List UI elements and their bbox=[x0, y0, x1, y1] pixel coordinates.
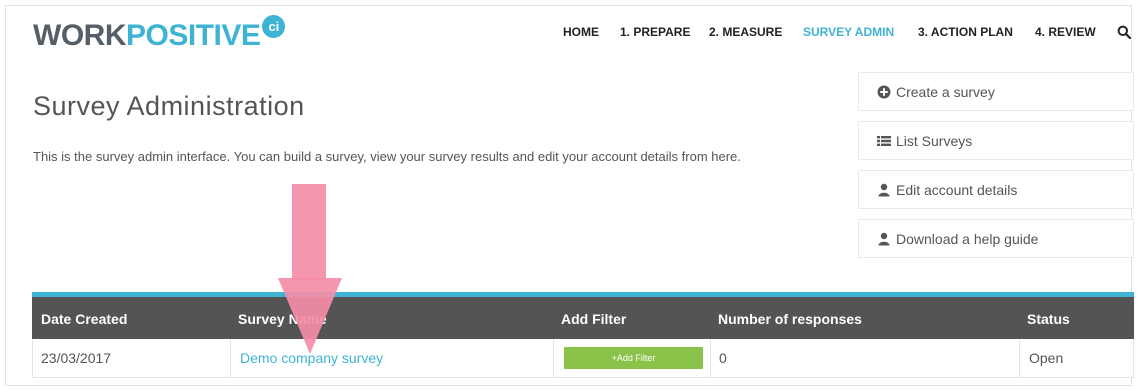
nav-action-plan[interactable]: 3. ACTION PLAN bbox=[918, 25, 1013, 39]
column-divider bbox=[1019, 339, 1020, 377]
nav-survey-admin[interactable]: SURVEY ADMIN bbox=[803, 25, 894, 39]
nav-review[interactable]: 4. REVIEW bbox=[1035, 25, 1096, 39]
logo-word-work: WORK bbox=[33, 19, 126, 52]
logo-ci-badge: ci bbox=[262, 15, 286, 38]
header-status[interactable]: Status bbox=[1027, 311, 1070, 327]
edit-account-button[interactable]: Edit account details bbox=[858, 170, 1134, 209]
pointer-arrow-annotation bbox=[278, 184, 342, 354]
list-icon bbox=[877, 136, 891, 146]
table-row: 23/03/2017 Demo company survey +Add Filt… bbox=[32, 339, 1134, 378]
user-icon bbox=[878, 232, 890, 246]
column-divider bbox=[553, 339, 554, 377]
header-number-of-responses[interactable]: Number of responses bbox=[718, 311, 862, 327]
header-date-created[interactable]: Date Created bbox=[41, 311, 127, 327]
table-header-row: Date Created Survey Name Add Filter Numb… bbox=[32, 297, 1134, 339]
list-surveys-label: List Surveys bbox=[896, 133, 973, 149]
column-divider bbox=[710, 339, 711, 377]
column-divider bbox=[230, 339, 231, 377]
nav-home[interactable]: HOME bbox=[563, 25, 599, 39]
logo-word-positive: POSITIVE bbox=[125, 19, 261, 52]
search-icon[interactable] bbox=[1117, 25, 1131, 39]
create-survey-label: Create a survey bbox=[896, 84, 995, 100]
intro-text: This is the survey admin interface. You … bbox=[33, 149, 741, 164]
surveys-table: Date Created Survey Name Add Filter Numb… bbox=[32, 292, 1134, 378]
nav-measure[interactable]: 2. MEASURE bbox=[709, 25, 782, 39]
download-help-guide-button[interactable]: Download a help guide bbox=[858, 219, 1134, 258]
add-filter-button[interactable]: +Add Filter bbox=[564, 347, 703, 369]
workpositive-logo[interactable]: WORKPOSITIVE ci bbox=[33, 15, 286, 53]
cell-date-created: 23/03/2017 bbox=[41, 350, 112, 366]
page-title: Survey Administration bbox=[33, 91, 305, 121]
cell-status: Open bbox=[1029, 350, 1064, 366]
header-add-filter[interactable]: Add Filter bbox=[561, 311, 626, 327]
cell-number-of-responses: 0 bbox=[719, 350, 727, 366]
nav-prepare[interactable]: 1. PREPARE bbox=[620, 25, 690, 39]
list-surveys-button[interactable]: List Surveys bbox=[858, 121, 1134, 160]
create-survey-button[interactable]: Create a survey bbox=[858, 72, 1134, 111]
edit-account-label: Edit account details bbox=[896, 182, 1018, 198]
user-icon bbox=[878, 183, 890, 197]
plus-circle-icon bbox=[877, 85, 891, 99]
download-help-guide-label: Download a help guide bbox=[896, 231, 1039, 247]
